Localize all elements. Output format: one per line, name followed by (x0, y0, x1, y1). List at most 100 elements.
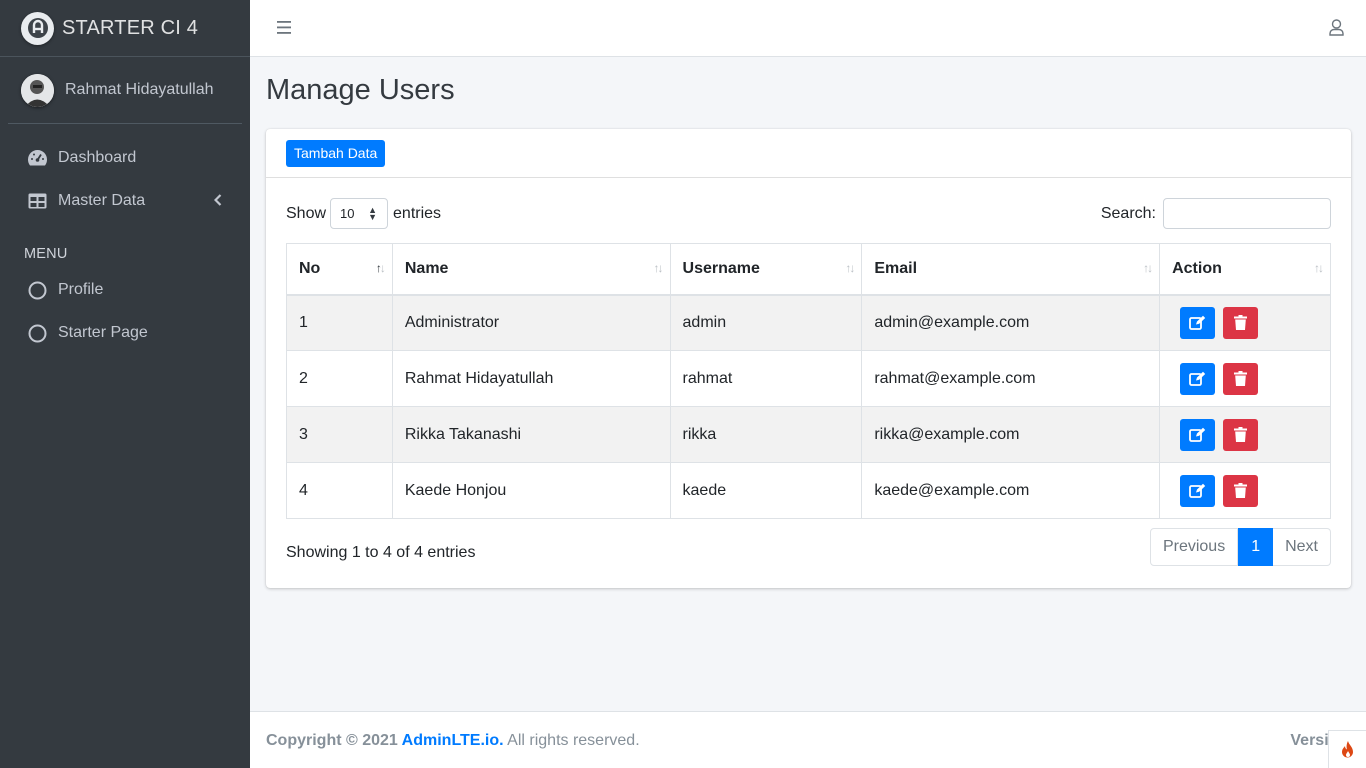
sort-icon: ↑↓ (845, 261, 855, 275)
delete-button[interactable] (1223, 306, 1259, 339)
card-header: Tambah Data (266, 129, 1351, 178)
cell-username: rikka (669, 406, 863, 463)
copyright-prefix: Copyright © 2021 (266, 732, 402, 749)
sort-icon: ↑↓ (1314, 261, 1324, 275)
brand-logo-icon (21, 11, 54, 45)
table-row: 1 Administrator admin admin@example.com (286, 294, 1331, 351)
codeigniter-debug-toolbar-button[interactable] (1328, 730, 1366, 768)
cell-no: 3 (286, 406, 393, 463)
table-row: 3 Rikka Takanashi rikka rikka@example.co… (286, 406, 1331, 463)
sidebar-item-dashboard[interactable]: Dashboard (8, 138, 242, 178)
table-row: 4 Kaede Honjou kaede kaede@example.com (286, 462, 1331, 519)
cell-name: Kaede Honjou (391, 462, 671, 519)
trash-icon (1234, 427, 1248, 442)
delete-button[interactable] (1223, 474, 1259, 507)
page-title: Manage Users (266, 74, 455, 106)
column-header-no[interactable]: No ↑↓ (286, 243, 393, 296)
sidebar-nav: Dashboard Master Data MENU Profile Start… (0, 124, 250, 353)
table-header-row: No ↑↓ Name ↑↓ Username ↑↓ Email ↑↓ Action ↑↓ (286, 243, 1331, 296)
sidebar-item-profile[interactable]: Profile (8, 270, 242, 310)
trash-icon (1234, 483, 1248, 498)
rights-text: All rights reserved. (503, 732, 640, 749)
next-page-button[interactable]: Next (1273, 528, 1331, 566)
select-caret-icon: ▲ ▼ (368, 205, 378, 222)
entries-length-control: Show 10 ▲ ▼ entries (286, 198, 441, 229)
cell-name: Rahmat Hidayatullah (391, 350, 671, 407)
page-button-current[interactable]: 1 (1238, 528, 1274, 566)
menu-toggle-icon[interactable] (277, 21, 291, 39)
entries-label: entries (393, 204, 442, 222)
user-panel[interactable]: Rahmat Hidayatullah (8, 57, 242, 124)
column-header-username[interactable]: Username ↑↓ (669, 243, 863, 296)
edit-icon (1189, 427, 1206, 442)
copyright: Copyright © 2021 AdminLTE.io. All rights… (266, 732, 640, 750)
entries-select[interactable]: 10 ▲ ▼ (330, 198, 389, 229)
sidebar-section-header: MENU (24, 246, 68, 262)
cell-name: Rikka Takanashi (391, 406, 671, 463)
table-row: 2 Rahmat Hidayatullah rahmat rahmat@exam… (286, 350, 1331, 407)
flame-icon (1341, 740, 1353, 757)
adminlte-link[interactable]: AdminLTE.io. (402, 732, 504, 749)
column-header-name[interactable]: Name ↑↓ (391, 243, 671, 296)
cell-username: rahmat (669, 350, 863, 407)
entries-select-value: 10 (340, 206, 355, 221)
pagination: Previous 1 Next (1149, 528, 1331, 566)
table-search: Search: (1101, 198, 1331, 229)
delete-button[interactable] (1223, 418, 1259, 451)
edit-icon (1189, 316, 1206, 331)
user-icon[interactable] (1329, 19, 1344, 41)
cell-action (1159, 406, 1331, 463)
users-card: Tambah Data Show 10 ▲ ▼ entries Search: N… (266, 129, 1351, 588)
edit-button[interactable] (1180, 362, 1216, 395)
add-data-button[interactable]: Tambah Data (286, 140, 386, 167)
main-sidebar: STARTER CI 4 Rahmat Hidayatullah Dashboa… (0, 0, 250, 768)
sidebar-item-label: Master Data (58, 192, 146, 209)
cell-action (1159, 462, 1331, 519)
edit-button[interactable] (1180, 418, 1216, 451)
main-footer: Copyright © 2021 AdminLTE.io. All rights… (250, 711, 1366, 768)
sidebar-item-label: Dashboard (58, 149, 137, 166)
show-label: Show (286, 204, 327, 222)
table-icon (26, 190, 48, 212)
cell-no: 2 (286, 350, 393, 407)
cell-action (1159, 294, 1331, 351)
edit-button[interactable] (1180, 474, 1216, 507)
cell-username: admin (669, 294, 863, 351)
edit-icon (1189, 371, 1206, 386)
sort-icon: ↑↓ (1143, 261, 1153, 275)
cell-no: 1 (286, 294, 393, 351)
sort-icon: ↑↓ (375, 261, 386, 275)
cell-no: 4 (286, 462, 393, 519)
user-name: Rahmat Hidayatullah (65, 81, 214, 98)
previous-page-button[interactable]: Previous (1149, 528, 1239, 566)
cell-name: Administrator (391, 294, 671, 351)
trash-icon (1234, 371, 1248, 386)
cell-action (1159, 350, 1331, 407)
column-header-email[interactable]: Email ↑↓ (861, 243, 1161, 296)
users-table: No ↑↓ Name ↑↓ Username ↑↓ Email ↑↓ Action ↑↓ … (286, 243, 1331, 519)
sidebar-item-master-data[interactable]: Master Data (8, 181, 242, 221)
cell-email: admin@example.com (861, 294, 1161, 351)
sidebar-item-label: Starter Page (58, 324, 148, 341)
edit-button[interactable] (1180, 306, 1216, 339)
circle-icon (26, 279, 48, 301)
tachometer-icon (26, 147, 48, 169)
edit-icon (1189, 483, 1206, 498)
search-label: Search: (1100, 204, 1156, 222)
cell-email: rikka@example.com (861, 406, 1161, 463)
table-info: Showing 1 to 4 of 4 entries (286, 544, 476, 561)
brand-text: STARTER CI 4 (62, 16, 199, 39)
cell-email: rahmat@example.com (861, 350, 1161, 407)
sidebar-item-starter-page[interactable]: Starter Page (8, 313, 242, 353)
brand-link[interactable]: STARTER CI 4 (0, 0, 250, 57)
column-header-action[interactable]: Action ↑↓ (1159, 243, 1331, 296)
search-input[interactable] (1163, 198, 1331, 229)
top-navbar (250, 0, 1366, 57)
circle-icon (26, 322, 48, 344)
delete-button[interactable] (1223, 362, 1259, 395)
trash-icon (1234, 315, 1248, 331)
chevron-left-icon (213, 193, 222, 211)
sort-icon: ↑↓ (653, 261, 664, 275)
cell-username: kaede (669, 462, 863, 519)
cell-email: kaede@example.com (861, 462, 1161, 519)
